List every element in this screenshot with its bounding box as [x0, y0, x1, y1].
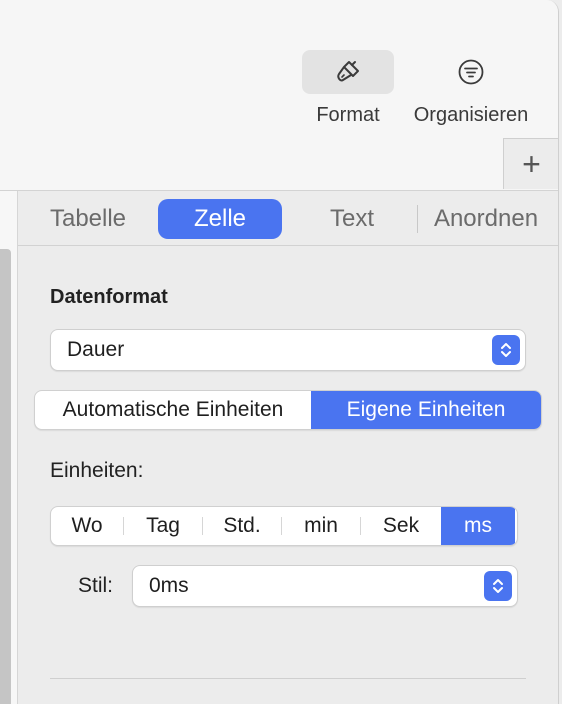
add-button[interactable]: + — [503, 138, 558, 189]
unit-mode-control: Automatische Einheiten Eigene Einheiten — [34, 390, 542, 430]
unit-minutes[interactable]: min — [282, 507, 360, 545]
chevron-up-down-icon — [493, 579, 503, 593]
format-icon-box — [302, 50, 394, 94]
popup-stepper — [484, 571, 512, 601]
unit-days[interactable]: Tag — [124, 507, 202, 545]
format-label: Format — [316, 104, 380, 126]
organize-icon-box — [425, 50, 517, 94]
tab-tabelle[interactable]: Tabelle — [32, 199, 144, 239]
units-segmented-control: Wo Tag Std. min Sek ms — [50, 506, 518, 546]
tab-separator — [417, 205, 418, 233]
unit-seconds[interactable]: Sek — [361, 507, 441, 545]
window: Format Organisieren + Tabelle Zelle Text — [0, 0, 559, 704]
inspector-tabs: Tabelle Zelle Text Anordnen — [18, 191, 558, 246]
units-label: Einheiten: — [50, 459, 144, 482]
format-button[interactable]: Format — [302, 50, 394, 130]
style-popup[interactable]: 0ms — [132, 565, 518, 607]
style-value: 0ms — [149, 574, 189, 597]
toolbar: Format Organisieren + — [0, 0, 558, 191]
tab-text[interactable]: Text — [302, 199, 402, 239]
data-format-value: Dauer — [67, 338, 125, 361]
tab-anordnen[interactable]: Anordnen — [423, 199, 549, 239]
vertical-scrollbar[interactable] — [0, 249, 11, 704]
unit-milliseconds[interactable]: ms — [441, 507, 515, 545]
data-format-title: Datenformat — [50, 286, 168, 308]
inspector-panel: Tabelle Zelle Text Anordnen Datenformat … — [18, 191, 558, 704]
filter-lines-icon — [458, 59, 484, 85]
auto-units-option[interactable]: Automatische Einheiten — [35, 391, 311, 429]
unit-weeks[interactable]: Wo — [51, 507, 123, 545]
popup-stepper — [492, 335, 520, 365]
paintbrush-icon — [337, 61, 359, 82]
tab-zelle[interactable]: Zelle — [158, 199, 282, 239]
style-label: Stil: — [78, 574, 114, 597]
data-format-popup[interactable]: Dauer — [50, 329, 526, 371]
plus-icon: + — [522, 145, 541, 182]
organize-label: Organisieren — [413, 104, 529, 126]
unit-hours[interactable]: Std. — [203, 507, 281, 545]
chevron-up-down-icon — [501, 343, 511, 357]
organize-button[interactable]: Organisieren — [400, 50, 542, 130]
custom-units-option[interactable]: Eigene Einheiten — [311, 391, 541, 429]
section-divider — [50, 678, 526, 679]
spreadsheet-edge — [0, 191, 18, 704]
